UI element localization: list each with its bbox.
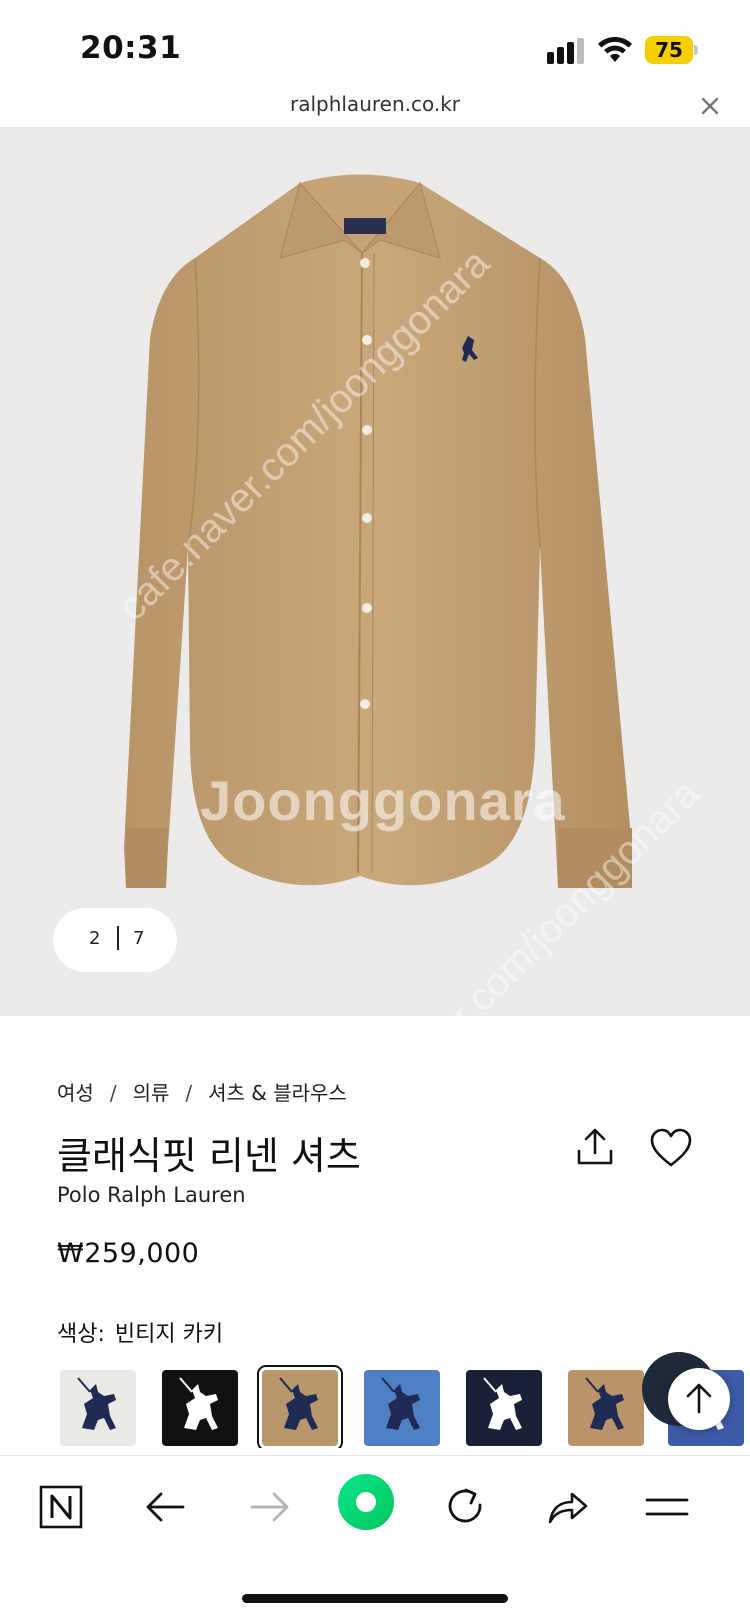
breadcrumb-item-women[interactable]: 여성 [57, 1077, 94, 1106]
pony-logo-icon [262, 1370, 338, 1446]
product-price: ₩259,000 [57, 1238, 200, 1269]
naver-n-icon[interactable] [36, 1482, 86, 1532]
pager-total: 7 [133, 928, 145, 949]
pony-logo-icon [568, 1370, 644, 1446]
product-image-gallery[interactable]: cafe.naver.com/joonggonara cafe.naver.co… [0, 128, 750, 1016]
product-image [124, 174, 632, 888]
breadcrumb-item-clothing[interactable]: 의류 [133, 1077, 170, 1106]
back-arrow-icon[interactable] [141, 1482, 191, 1532]
share-icon[interactable] [575, 1127, 615, 1167]
color-swatch-vintage-khaki[interactable] [257, 1365, 343, 1448]
forward-arrow-icon[interactable] [244, 1482, 294, 1532]
close-icon[interactable] [700, 96, 720, 116]
breadcrumb-separator: / [109, 1081, 117, 1105]
watermark-main: Joonggonara [200, 769, 566, 832]
pony-logo-icon [162, 1370, 238, 1446]
home-indicator [242, 1594, 508, 1603]
color-label-value: 빈티지 카키 [114, 1322, 224, 1347]
color-swatch-navy[interactable] [466, 1370, 542, 1446]
signal-icon [547, 38, 584, 64]
pony-logo-icon [60, 1370, 136, 1446]
battery-level: 75 [655, 38, 683, 62]
color-swatch-white[interactable] [60, 1370, 136, 1446]
pager-divider [117, 926, 119, 950]
color-swatch-black[interactable] [162, 1370, 238, 1446]
refresh-icon[interactable] [440, 1482, 490, 1532]
browser-toolbar [0, 1455, 750, 1569]
pony-logo-icon [466, 1370, 542, 1446]
pony-logo-icon [364, 1370, 440, 1446]
breadcrumb-separator: / [185, 1081, 193, 1105]
color-selection-label: 색상: 빈티지 카키 [57, 1316, 223, 1348]
status-time: 20:31 [80, 30, 182, 66]
url-bar: ralphlauren.co.kr [0, 88, 750, 128]
share-arrow-icon[interactable] [542, 1482, 592, 1532]
url-text[interactable]: ralphlauren.co.kr [0, 92, 750, 116]
status-bar: 20:31 75 [0, 0, 750, 90]
breadcrumb: 여성 / 의류 / 셔츠 & 블라우스 [57, 1077, 347, 1106]
green-circle-icon[interactable] [338, 1474, 394, 1530]
breadcrumb-item-shirts[interactable]: 셔츠 & 블라우스 [208, 1077, 347, 1106]
color-swatches [0, 1364, 750, 1448]
menu-icon[interactable] [642, 1482, 692, 1532]
heart-icon[interactable] [650, 1128, 692, 1168]
scroll-to-top-button[interactable] [668, 1368, 730, 1430]
product-title: 클래식핏 리넨 셔츠 [57, 1134, 361, 1178]
product-brand: Polo Ralph Lauren [57, 1183, 246, 1207]
battery-icon: 75 [645, 36, 698, 64]
color-swatch-tan[interactable] [568, 1370, 644, 1446]
color-swatch-blue[interactable] [364, 1370, 440, 1446]
pager-current: 2 [89, 928, 101, 949]
wifi-icon [598, 36, 632, 62]
gallery-pager: 2 7 [53, 908, 177, 972]
color-label-key: 색상: [57, 1322, 105, 1347]
arrow-up-icon [686, 1383, 712, 1414]
